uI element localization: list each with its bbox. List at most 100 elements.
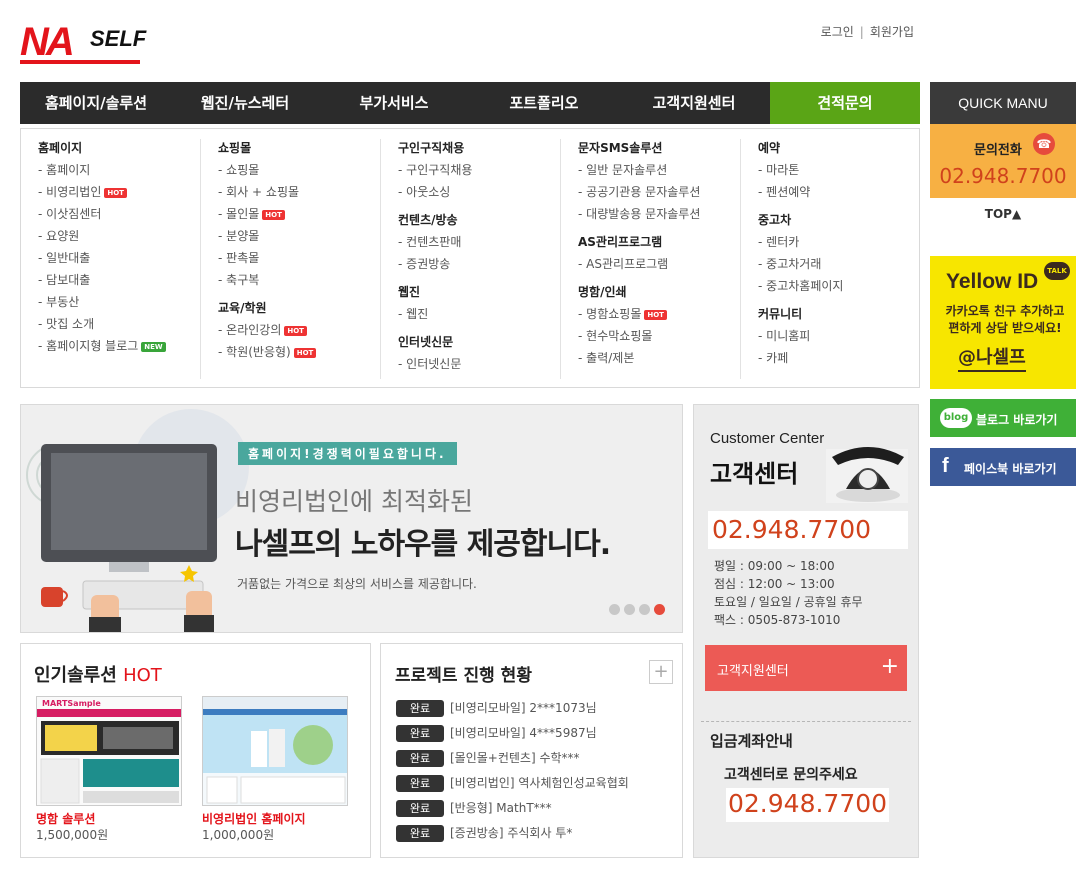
project-row[interactable]: 완료 [비영리모바일] 4***5987님 (396, 724, 597, 742)
solution-name[interactable]: 비영리법인 홈페이지 (202, 810, 306, 827)
menu-item[interactable]: 미니홈피 (758, 325, 843, 347)
menu-item[interactable]: 몰인몰HOT (218, 203, 316, 225)
menu-item[interactable]: 일반 문자솔루션 (578, 159, 700, 181)
hours-line: 점심 : 12:00 ~ 13:00 (714, 577, 835, 591)
solution-thumbnail-namecard[interactable]: MARTSample (36, 696, 182, 806)
column-divider (740, 139, 741, 379)
hot-badge: HOT (262, 210, 285, 220)
menu-item[interactable]: 현수막쇼핑몰 (578, 325, 700, 347)
menu-heading: 예약 (758, 141, 781, 155)
menu-item[interactable]: 대량발송용 문자솔루션 (578, 203, 700, 225)
menu-item[interactable]: 인터넷신문 (398, 353, 472, 375)
menu-item[interactable]: 일반대출 (38, 247, 166, 269)
support-center-button[interactable]: 고객지원센터 + (705, 645, 907, 691)
menu-item[interactable]: 펜션예약 (758, 181, 843, 203)
menu-item[interactable]: 카페 (758, 347, 843, 369)
yellow-id-banner[interactable]: Yellow ID TALK 카카오톡 친구 추가하고 편하게 상담 받으세요!… (930, 256, 1076, 389)
status-badge: 완료 (396, 775, 444, 792)
blog-shortcut-button[interactable]: blog 블로그 바로가기 (930, 399, 1076, 437)
menu-item[interactable]: 아웃소싱 (398, 181, 472, 203)
nav-item-homepage[interactable]: 홈페이지/솔루션 (20, 82, 172, 124)
solution-thumbnail-nonprofit[interactable] (202, 696, 348, 806)
project-text: [반응형] MathT*** (450, 801, 552, 815)
login-link[interactable]: 로그인 (821, 23, 854, 40)
quick-phone-box: 문의전화 ☎ 02.948.7700 (930, 124, 1076, 198)
column-divider (560, 139, 561, 379)
menu-item[interactable]: 이삿짐센터 (38, 203, 166, 225)
quick-menu-title: QUICK MANU (930, 82, 1076, 124)
top-button[interactable]: TOP▲ (930, 207, 1076, 221)
project-row[interactable]: 완료 [반응형] MathT*** (396, 799, 552, 817)
nav-item-portfolio[interactable]: 포트폴리오 (470, 82, 618, 124)
menu-item[interactable]: 마라톤 (758, 159, 843, 181)
project-row[interactable]: 완료 [몰인몰+컨텐츠] 수학*** (396, 749, 580, 767)
menu-item[interactable]: 중고차홈페이지 (758, 275, 843, 297)
menu-item[interactable]: 온라인강의HOT (218, 319, 316, 341)
hot-badge: HOT (644, 310, 667, 320)
bank-info-title: 입금계좌안내 (710, 732, 793, 750)
column-divider (380, 139, 381, 379)
menu-item[interactable]: 컨텐츠판매 (398, 231, 472, 253)
menu-item[interactable]: AS관리프로그램 (578, 253, 700, 275)
top-links: 로그인 | 회원가입 (821, 23, 914, 40)
menu-item[interactable]: 웹진 (398, 303, 472, 325)
facebook-icon: f (942, 455, 949, 477)
menu-heading: 중고차 (758, 213, 792, 227)
nav-item-services[interactable]: 부가서비스 (318, 82, 470, 124)
customer-phone-number: 02.948.7700 (712, 515, 872, 544)
menu-heading: AS관리프로그램 (578, 235, 663, 249)
menu-item[interactable]: 홈페이지 (38, 159, 166, 181)
menu-item[interactable]: 축구복 (218, 269, 316, 291)
status-badge: 완료 (396, 800, 444, 817)
menu-item[interactable]: 담보대출 (38, 269, 166, 291)
project-row[interactable]: 완료 [증권방송] 주식회사 투* (396, 824, 572, 842)
site-logo[interactable]: NA SELF (20, 22, 146, 66)
status-badge: 완료 (396, 825, 444, 842)
menu-item[interactable]: 분양몰 (218, 225, 316, 247)
nav-item-support[interactable]: 고객지원센터 (618, 82, 770, 124)
customer-center-panel: Customer Center 고객센터 02.948.7700 평일 : 09… (693, 404, 919, 858)
menu-item[interactable]: 비영리법인HOT (38, 181, 166, 203)
slide-dot[interactable] (624, 604, 635, 615)
facebook-shortcut-label: 페이스북 바로가기 (964, 462, 1057, 476)
nav-item-estimate[interactable]: 견적문의 (770, 82, 920, 124)
menu-heading: 교육/학원 (218, 301, 267, 315)
menu-item-label: 홈페이지형 블로그 (46, 339, 139, 353)
more-projects-button[interactable]: + (649, 660, 673, 684)
menu-item[interactable]: 홈페이지형 블로그NEW (38, 335, 166, 357)
slide-dot[interactable] (639, 604, 650, 615)
menu-item[interactable]: 요양원 (38, 225, 166, 247)
link-separator: | (859, 25, 864, 39)
menu-item[interactable]: 맛집 소개 (38, 313, 166, 335)
banner-description: 거품없는 가격으로 최상의 서비스를 제공합니다. (237, 577, 477, 591)
menu-item[interactable]: 구인구직채용 (398, 159, 472, 181)
menu-item[interactable]: 중고차거래 (758, 253, 843, 275)
facebook-shortcut-button[interactable]: f 페이스북 바로가기 (930, 448, 1076, 486)
bank-phone-number: 02.948.7700 (728, 789, 888, 818)
hours-line: 토요일 / 일요일 / 공휴일 휴무 (714, 595, 863, 609)
menu-item[interactable]: 쇼핑몰 (218, 159, 316, 181)
project-row[interactable]: 완료 [비영리법인] 역사체험인성교육협회 (396, 774, 629, 792)
signup-link[interactable]: 회원가입 (870, 23, 914, 40)
solution-name[interactable]: 명함 솔루션 (36, 810, 95, 827)
menu-item[interactable]: 부동산 (38, 291, 166, 313)
menu-item[interactable]: 판촉몰 (218, 247, 316, 269)
menu-item[interactable]: 학원(반응형)HOT (218, 341, 317, 363)
project-row[interactable]: 완료 [비영리모바일] 2***1073님 (396, 699, 597, 717)
menu-item[interactable]: 증권방송 (398, 253, 472, 275)
menu-item[interactable]: 출력/제본 (578, 347, 700, 369)
menu-item[interactable]: 명함쇼핑몰HOT (578, 303, 700, 325)
menu-item[interactable]: 회사 + 쇼핑몰 (218, 181, 316, 203)
menu-item[interactable]: 공공기관용 문자솔루션 (578, 181, 700, 203)
menu-item[interactable]: 렌터카 (758, 231, 843, 253)
slide-dot-active[interactable] (654, 604, 665, 615)
nav-item-webzine[interactable]: 웹진/뉴스레터 (172, 82, 318, 124)
slide-dot[interactable] (609, 604, 620, 615)
menu-heading: 인터넷신문 (398, 335, 454, 349)
column-divider (200, 139, 201, 379)
main-banner[interactable]: 홈페이지!경쟁력이필요합니다. 비영리법인에 최적화된 나셀프의 노하우를 제공… (20, 404, 683, 633)
namecard-preview-image (37, 697, 181, 805)
phone-icon: ☎ (1033, 133, 1055, 155)
status-badge: 완료 (396, 700, 444, 717)
menu-heading: 컨텐츠/방송 (398, 213, 458, 227)
